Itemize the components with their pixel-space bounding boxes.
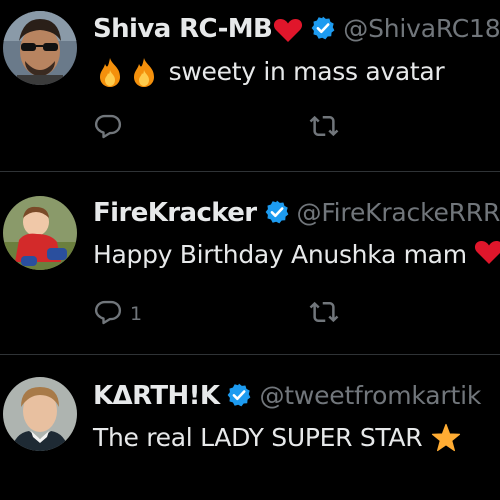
reply-icon	[93, 111, 123, 145]
tweet-text: The real LADY SUPER STAR	[93, 421, 462, 455]
display-name[interactable]: Shiva RC-MB	[93, 13, 273, 45]
tweet-header: FireKracker @FireKrackeRRR	[93, 197, 500, 229]
verified-badge-icon	[226, 382, 252, 419]
reply-count: 1	[130, 303, 143, 325]
avatar[interactable]	[3, 377, 77, 451]
fire-icon	[127, 56, 161, 97]
tweet-text-content: The real LADY SUPER STAR	[93, 423, 423, 452]
tweet-actions	[93, 113, 493, 143]
user-handle[interactable]: @FireKrackeRRR	[297, 197, 500, 229]
reply-button[interactable]	[93, 113, 123, 143]
tweet-actions: 1	[93, 299, 493, 329]
tweet-text: Happy Birthday Anushka mam	[93, 238, 500, 272]
avatar[interactable]	[3, 11, 77, 85]
tweet-feed: Shiva RC-MB @ShivaRC18 sweety in mass ava…	[0, 0, 500, 500]
verified-badge-icon	[264, 199, 290, 236]
retweet-button[interactable]	[309, 113, 339, 143]
heart-icon	[273, 17, 303, 54]
avatar[interactable]	[3, 196, 77, 270]
display-name[interactable]: KΔRTH!K	[93, 380, 220, 412]
verified-badge-icon	[310, 15, 336, 52]
user-handle[interactable]: @ShivaRC18	[343, 13, 500, 45]
tweet-text-content: Happy Birthday Anushka mam	[93, 240, 467, 269]
fire-icon	[93, 56, 127, 97]
display-name[interactable]: FireKracker	[93, 197, 257, 229]
avatar-image	[3, 377, 77, 451]
retweet-icon	[309, 297, 339, 331]
tweet[interactable]: Shiva RC-MB @ShivaRC18 sweety in mass ava…	[0, 0, 500, 171]
retweet-button[interactable]	[309, 299, 339, 329]
user-handle[interactable]: @tweetfromkartik	[259, 380, 481, 412]
star-icon	[430, 422, 462, 463]
heart-icon	[474, 239, 500, 274]
tweet-header: Shiva RC-MB @ShivaRC18	[93, 13, 500, 45]
tweet-header: KΔRTH!K @tweetfromkartik	[93, 380, 481, 412]
tweet[interactable]: KΔRTH!K @tweetfromkartik The real LADY SU…	[0, 355, 500, 500]
avatar-image	[3, 11, 77, 85]
tweet-text: sweety in mass avatar	[93, 55, 445, 89]
avatar-image	[3, 196, 77, 270]
reply-icon	[93, 297, 123, 331]
retweet-icon	[309, 111, 339, 145]
reply-button[interactable]: 1	[93, 299, 142, 329]
tweet[interactable]: FireKracker @FireKrackeRRR Happy Birthday…	[0, 172, 500, 354]
tweet-text-content: sweety in mass avatar	[168, 57, 445, 86]
